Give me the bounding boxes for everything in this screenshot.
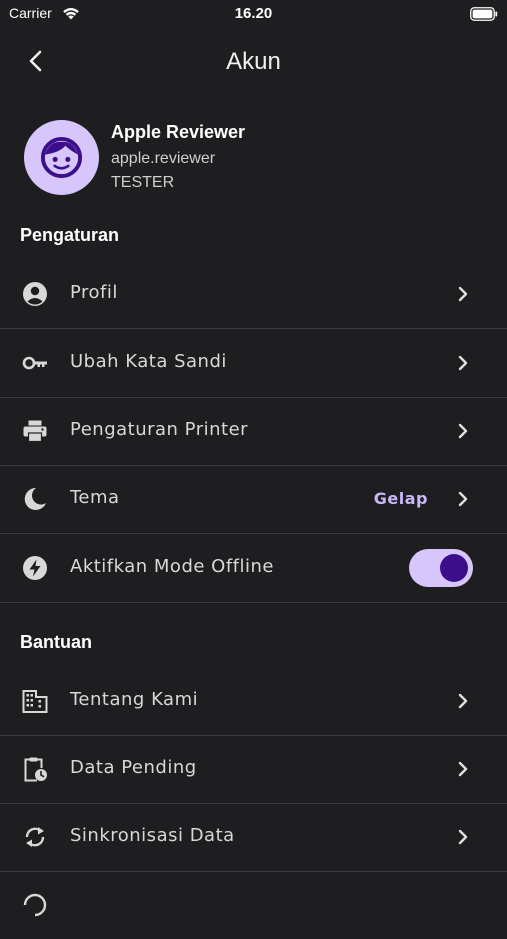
battery-icon (470, 6, 498, 25)
theme-value: Gelap (373, 489, 428, 508)
menu-item-label: Tentang Kami (70, 689, 199, 710)
menu-item-pengaturan-printer[interactable]: Pengaturan Printer (0, 397, 507, 466)
section-title-settings: Pengaturan (20, 225, 120, 245)
menu-item-label: Ubah Kata Sandi (70, 351, 227, 372)
chevron-right-icon (455, 828, 471, 846)
chevron-right-icon (455, 760, 471, 778)
moon-icon (22, 486, 48, 512)
clipboard-clock-icon (22, 756, 48, 782)
partial-row-icon (22, 892, 48, 918)
status-bar: Carrier 16.20 (0, 0, 507, 28)
menu-item-partial[interactable] (0, 871, 507, 939)
profile-name: Apple Reviewer (111, 122, 246, 142)
menu-item-ubah-kata-sandi[interactable]: Ubah Kata Sandi (0, 329, 507, 398)
menu-item-sinkronisasi-data[interactable]: Sinkronisasi Data (0, 803, 507, 872)
menu-item-label: Pengaturan Printer (70, 419, 249, 440)
profile-role: TESTER (111, 174, 175, 191)
menu-item-data-pending[interactable]: Data Pending (0, 735, 507, 804)
chevron-right-icon (455, 422, 471, 440)
status-time: 16.20 (234, 5, 273, 22)
profile-username: apple.reviewer (111, 150, 216, 167)
menu-item-label: Profil (70, 282, 118, 303)
building-icon (22, 688, 48, 714)
toggle-knob (440, 554, 468, 582)
printer-icon (22, 418, 48, 444)
menu-item-label: Aktifkan Mode Offline (70, 556, 274, 577)
bolt-icon (22, 555, 48, 581)
menu-item-profil[interactable]: Profil (0, 260, 507, 329)
key-icon (22, 350, 48, 376)
page-title: Akun (226, 48, 281, 75)
menu-item-tentang-kami[interactable]: Tentang Kami (0, 667, 507, 736)
chevron-right-icon (455, 692, 471, 710)
menu-item-label: Data Pending (70, 757, 197, 778)
menu-item-label: Sinkronisasi Data (70, 825, 235, 846)
profile-header: Apple Reviewer apple.reviewer TESTER (24, 120, 484, 200)
navigation-bar: Akun (0, 40, 507, 84)
menu-item-tema[interactable]: Tema Gelap (0, 465, 507, 534)
menu-item-mode-offline: Aktifkan Mode Offline (0, 534, 507, 603)
section-title-help: Bantuan (20, 632, 92, 652)
account-circle-icon (22, 281, 48, 307)
sync-icon (22, 824, 48, 850)
user-face-icon (40, 136, 83, 179)
chevron-right-icon (455, 285, 471, 303)
chevron-right-icon (455, 490, 471, 508)
offline-mode-toggle[interactable] (409, 549, 473, 587)
avatar (24, 120, 99, 195)
chevron-right-icon (455, 354, 471, 372)
menu-item-label: Tema (70, 487, 120, 508)
